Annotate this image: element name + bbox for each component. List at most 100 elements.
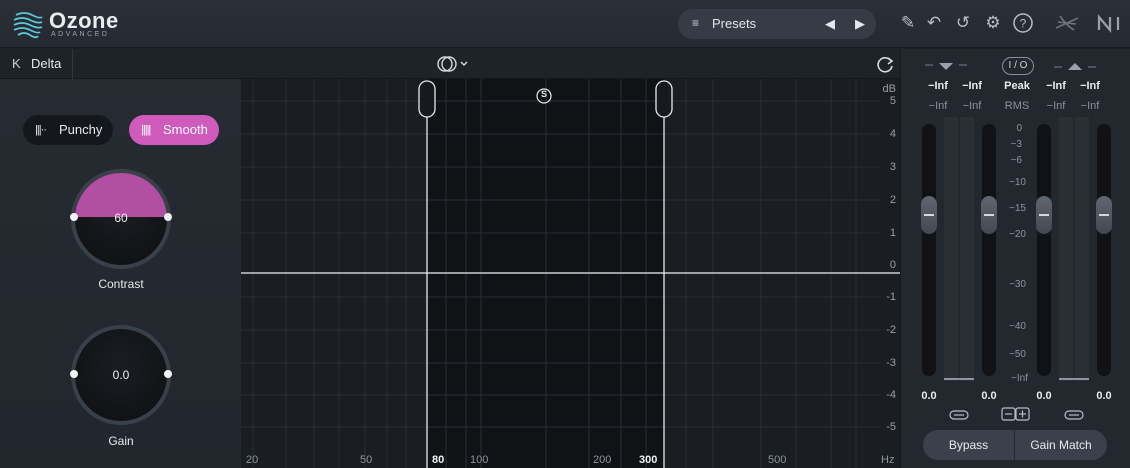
scale-tick: −10 [1009,177,1026,188]
high-band-frequency: 300 [639,454,658,466]
stereo-mode-icon[interactable] [437,55,471,73]
punchy-waveform-icon: |||·· [35,124,47,136]
input-rms-left: −Inf [928,100,948,112]
punchy-button[interactable]: |||·· Punchy [23,115,113,145]
low-band-frequency: 80 [432,454,445,466]
left-control-panel: |||·· Punchy ||||| Smooth 60 Contrast 0.… [0,79,241,468]
presets-bar[interactable]: ≡ Presets ◀ ▶ [678,9,876,39]
history-icon[interactable]: ↺ [952,12,974,34]
input-rms-right: −Inf [962,100,982,112]
scale-tick: 0 [1016,123,1022,134]
gain-match-button[interactable]: Gain Match [1015,430,1107,460]
scale-tick: −30 [1009,279,1026,290]
output-level-bar-left [1059,117,1073,381]
output-rms-left: −Inf [1046,100,1066,112]
db-tick: 1 [889,227,896,239]
db-tick: -3 [886,357,896,369]
high-band-handle[interactable] [655,80,673,118]
presets-label[interactable]: Presets [712,16,756,31]
output-trim-right-value: 0.0 [1096,390,1112,402]
io-button[interactable]: I / O [1002,57,1034,75]
help-icon[interactable]: ? [1012,12,1034,34]
contrast-value: 60 [114,211,128,225]
output-rms-right: −Inf [1080,100,1100,112]
reset-icon[interactable] [874,53,896,75]
db-tick: -2 [886,324,896,336]
output-peak-left: −Inf [1046,80,1066,92]
scale-tick: −50 [1009,349,1026,360]
brand-subtitle: ADVANCED [51,31,110,38]
ear-icon: K [12,56,21,71]
graph-grid [241,79,900,468]
input-trim-fader-right[interactable] [981,124,997,376]
low-band-handle[interactable] [418,80,436,118]
scale-tick: −20 [1009,229,1026,240]
fader-handle[interactable] [921,196,937,234]
hz-tick: 200 [593,454,612,466]
db-tick: 2 [889,194,896,206]
db-tick: 0 [889,259,896,271]
input-triangle-icon [925,63,967,70]
delta-button[interactable]: K Delta [0,49,73,79]
db-tick: -4 [886,389,896,401]
db-unit-label: dB [882,83,896,95]
hz-unit-label: Hz [881,454,895,466]
signal-chain-icon[interactable] [1054,12,1080,34]
solo-label: S [540,89,547,99]
input-level-bar-left [944,117,958,381]
hz-tick: 500 [768,454,787,466]
gain-value: 0.0 [112,368,130,382]
input-peak-right: −Inf [962,80,982,92]
scale-tick: −Inf [1011,373,1028,384]
scale-tick: −40 [1009,321,1026,332]
contrast-label: Contrast [98,277,144,291]
output-trim-left-value: 0.0 [1036,390,1052,402]
hz-tick: 50 [360,454,373,466]
undo-icon[interactable]: ↶ [923,12,945,34]
bypass-button[interactable]: Bypass [923,430,1015,460]
input-floor-marker [944,378,974,380]
next-preset-icon[interactable]: ▶ [855,16,865,32]
module-subbar: K Delta [0,49,900,79]
db-tick: 4 [889,128,896,140]
db-tick: 5 [889,95,896,107]
output-floor-marker [1059,378,1089,380]
peak-label: Peak [1004,80,1030,92]
db-tick: 3 [889,161,896,173]
list-icon[interactable]: ≡ [692,16,699,30]
input-trim-right-value: 0.0 [981,390,997,402]
fader-handle[interactable] [981,196,997,234]
svg-text:?: ? [1020,17,1027,31]
punchy-label: Punchy [59,122,103,137]
hz-tick: 20 [246,454,259,466]
hz-tick: 100 [470,454,489,466]
input-trim-fader-left[interactable] [921,124,937,376]
db-tick: -5 [886,421,896,433]
output-peak-right: −Inf [1080,80,1100,92]
output-link-icon[interactable] [1064,409,1084,421]
prev-preset-icon[interactable]: ◀ [825,16,835,32]
frequency-graph[interactable]: S dB 5 4 3 2 1 0 -1 -2 -3 -4 -5 20 50 80… [241,79,900,468]
rms-label: RMS [1004,100,1030,112]
fader-handle[interactable] [1036,196,1052,234]
input-peak-left: −Inf [928,80,948,92]
invert-link-icon[interactable] [1001,407,1031,421]
output-trim-fader-right[interactable] [1096,124,1112,376]
settings-icon[interactable]: ⚙ [982,12,1004,34]
input-level-bar-right [960,117,974,381]
gain-label: Gain [108,434,134,448]
input-trim-left-value: 0.0 [921,390,937,402]
top-bar: Ozone ADVANCED ≡ Presets ◀ ▶ ✎ ↶ ↺ ⚙ ? [0,0,1130,48]
ni-logo-icon[interactable] [1096,12,1124,34]
output-trim-fader-left[interactable] [1036,124,1052,376]
input-link-icon[interactable] [949,409,969,421]
fader-handle[interactable] [1096,196,1112,234]
scale-tick: −15 [1009,203,1026,214]
smooth-waveform-icon: ||||| [141,124,151,136]
pencil-icon[interactable]: ✎ [897,12,919,34]
output-level-bar-right [1075,117,1089,381]
smooth-button[interactable]: ||||| Smooth [129,115,219,145]
io-meter-panel: I / O −Inf −Inf Peak −Inf −Inf −Inf −Inf… [900,49,1130,468]
scale-tick: −3 [1010,139,1022,150]
output-triangle-icon [1054,63,1096,70]
